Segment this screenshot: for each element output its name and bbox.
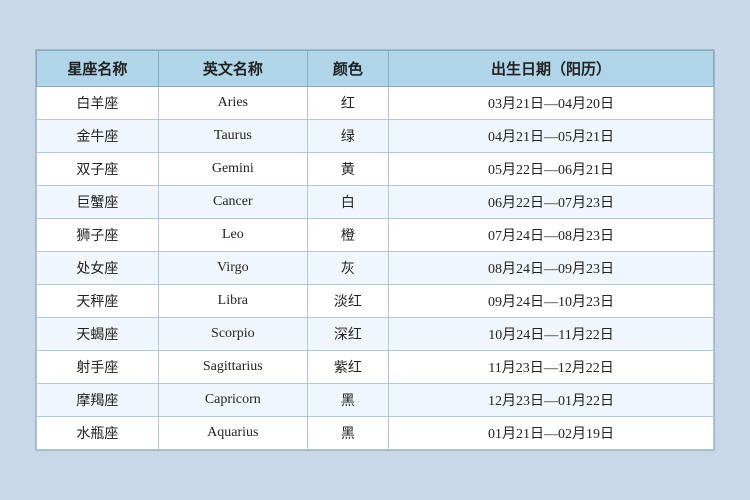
cell-en: Taurus bbox=[158, 120, 307, 153]
cell-en: Aquarius bbox=[158, 417, 307, 450]
cell-zh: 双子座 bbox=[37, 153, 159, 186]
cell-en: Scorpio bbox=[158, 318, 307, 351]
table-header-row: 星座名称 英文名称 颜色 出生日期（阳历） bbox=[37, 51, 714, 87]
cell-en: Virgo bbox=[158, 252, 307, 285]
cell-color: 红 bbox=[307, 87, 388, 120]
header-date: 出生日期（阳历） bbox=[389, 51, 714, 87]
table-row: 处女座Virgo灰08月24日—09月23日 bbox=[37, 252, 714, 285]
header-zh: 星座名称 bbox=[37, 51, 159, 87]
cell-zh: 处女座 bbox=[37, 252, 159, 285]
cell-date: 09月24日—10月23日 bbox=[389, 285, 714, 318]
cell-zh: 水瓶座 bbox=[37, 417, 159, 450]
cell-color: 白 bbox=[307, 186, 388, 219]
cell-en: Sagittarius bbox=[158, 351, 307, 384]
cell-en: Aries bbox=[158, 87, 307, 120]
table-row: 金牛座Taurus绿04月21日—05月21日 bbox=[37, 120, 714, 153]
cell-color: 黑 bbox=[307, 417, 388, 450]
cell-en: Capricorn bbox=[158, 384, 307, 417]
zodiac-table: 星座名称 英文名称 颜色 出生日期（阳历） 白羊座Aries红03月21日—04… bbox=[36, 50, 714, 450]
table-row: 狮子座Leo橙07月24日—08月23日 bbox=[37, 219, 714, 252]
cell-color: 紫红 bbox=[307, 351, 388, 384]
cell-date: 07月24日—08月23日 bbox=[389, 219, 714, 252]
cell-color: 深红 bbox=[307, 318, 388, 351]
table-row: 天秤座Libra淡红09月24日—10月23日 bbox=[37, 285, 714, 318]
cell-color: 黑 bbox=[307, 384, 388, 417]
cell-date: 01月21日—02月19日 bbox=[389, 417, 714, 450]
header-color: 颜色 bbox=[307, 51, 388, 87]
table-row: 摩羯座Capricorn黑12月23日—01月22日 bbox=[37, 384, 714, 417]
cell-en: Gemini bbox=[158, 153, 307, 186]
cell-color: 绿 bbox=[307, 120, 388, 153]
cell-date: 08月24日—09月23日 bbox=[389, 252, 714, 285]
cell-color: 淡红 bbox=[307, 285, 388, 318]
cell-date: 06月22日—07月23日 bbox=[389, 186, 714, 219]
cell-zh: 射手座 bbox=[37, 351, 159, 384]
table-row: 水瓶座Aquarius黑01月21日—02月19日 bbox=[37, 417, 714, 450]
cell-color: 黄 bbox=[307, 153, 388, 186]
cell-zh: 巨蟹座 bbox=[37, 186, 159, 219]
cell-zh: 金牛座 bbox=[37, 120, 159, 153]
cell-date: 11月23日—12月22日 bbox=[389, 351, 714, 384]
cell-zh: 狮子座 bbox=[37, 219, 159, 252]
cell-color: 橙 bbox=[307, 219, 388, 252]
table-row: 天蝎座Scorpio深红10月24日—11月22日 bbox=[37, 318, 714, 351]
cell-en: Cancer bbox=[158, 186, 307, 219]
cell-en: Libra bbox=[158, 285, 307, 318]
cell-zh: 白羊座 bbox=[37, 87, 159, 120]
cell-zh: 天秤座 bbox=[37, 285, 159, 318]
cell-zh: 摩羯座 bbox=[37, 384, 159, 417]
zodiac-table-wrapper: 星座名称 英文名称 颜色 出生日期（阳历） 白羊座Aries红03月21日—04… bbox=[35, 49, 715, 451]
cell-date: 12月23日—01月22日 bbox=[389, 384, 714, 417]
table-row: 双子座Gemini黄05月22日—06月21日 bbox=[37, 153, 714, 186]
table-row: 射手座Sagittarius紫红11月23日—12月22日 bbox=[37, 351, 714, 384]
cell-date: 04月21日—05月21日 bbox=[389, 120, 714, 153]
cell-zh: 天蝎座 bbox=[37, 318, 159, 351]
table-row: 巨蟹座Cancer白06月22日—07月23日 bbox=[37, 186, 714, 219]
cell-date: 05月22日—06月21日 bbox=[389, 153, 714, 186]
table-row: 白羊座Aries红03月21日—04月20日 bbox=[37, 87, 714, 120]
cell-date: 03月21日—04月20日 bbox=[389, 87, 714, 120]
cell-en: Leo bbox=[158, 219, 307, 252]
header-en: 英文名称 bbox=[158, 51, 307, 87]
cell-color: 灰 bbox=[307, 252, 388, 285]
cell-date: 10月24日—11月22日 bbox=[389, 318, 714, 351]
